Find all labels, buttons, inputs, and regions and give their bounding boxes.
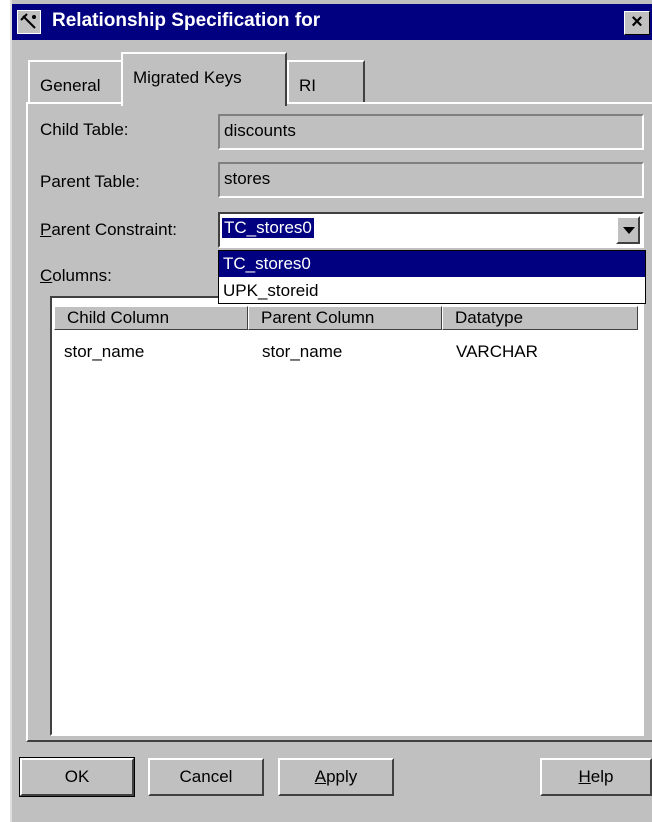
child-table-value: discounts <box>224 121 296 140</box>
help-label: elp <box>590 767 614 786</box>
child-table-label: Child Table: <box>40 120 129 139</box>
parent-constraint-value: TC_stores0 <box>222 218 314 238</box>
table-cell-parent-column[interactable]: stor_name <box>262 342 342 362</box>
column-header-datatype[interactable]: Datatype <box>442 306 638 330</box>
parent-constraint-label-text: arent Constraint: <box>51 220 178 239</box>
apply-mnemonic: A <box>314 767 327 786</box>
close-button[interactable]: × <box>624 11 650 35</box>
cancel-button[interactable]: Cancel <box>148 758 264 796</box>
tab-migrated-keys-label: Migrated Keys <box>133 68 242 87</box>
tab-migrated-keys[interactable]: Migrated Keys <box>121 52 287 106</box>
parent-table-label: Parent Table: <box>40 172 140 191</box>
parent-table-value: stores <box>224 169 271 188</box>
apply-button[interactable]: Apply <box>278 758 394 796</box>
columns-label: Columns: <box>40 266 112 286</box>
close-icon: × <box>631 11 643 33</box>
help-mnemonic: H <box>578 767 591 786</box>
parent-constraint-combobox[interactable]: TC_stores0 <box>218 212 644 248</box>
ok-button[interactable]: OK <box>19 757 135 797</box>
parent-table-field: stores <box>218 162 644 198</box>
columns-listview[interactable]: Child Column Parent Column Datatype stor… <box>50 296 644 736</box>
dropdown-option-tc-stores0[interactable]: TC_stores0 <box>219 251 645 277</box>
help-button[interactable]: Help <box>540 758 652 796</box>
dialog-window: Relationship Specification for × General… <box>10 0 652 822</box>
parent-constraint-label: Parent Constraint: <box>40 220 177 240</box>
tab-ri-label: RI <box>299 76 316 95</box>
dropdown-arrow-icon[interactable] <box>616 216 640 244</box>
columns-mnemonic: C <box>40 266 53 285</box>
apply-label: pply <box>326 767 358 786</box>
tab-general[interactable]: General <box>28 60 124 104</box>
parent-constraint-dropdown-list: TC_stores0 UPK_storeid <box>218 250 646 304</box>
parent-constraint-mnemonic: P <box>40 220 52 239</box>
dropdown-option-upk-storeid[interactable]: UPK_storeid <box>219 278 645 304</box>
column-header-child-column[interactable]: Child Column <box>54 306 248 330</box>
child-table-field: discounts <box>218 114 644 150</box>
tab-ri[interactable]: RI <box>287 60 365 104</box>
columns-label-text: olumns: <box>52 266 112 285</box>
table-cell-datatype[interactable]: VARCHAR <box>456 342 538 362</box>
table-cell-child-column[interactable]: stor_name <box>64 342 144 362</box>
column-header-parent-column[interactable]: Parent Column <box>248 306 442 330</box>
title-bar[interactable]: Relationship Specification for × <box>12 4 652 40</box>
relationship-tool-icon <box>17 10 41 34</box>
tab-general-label: General <box>40 76 101 95</box>
window-title: Relationship Specification for <box>52 10 321 31</box>
